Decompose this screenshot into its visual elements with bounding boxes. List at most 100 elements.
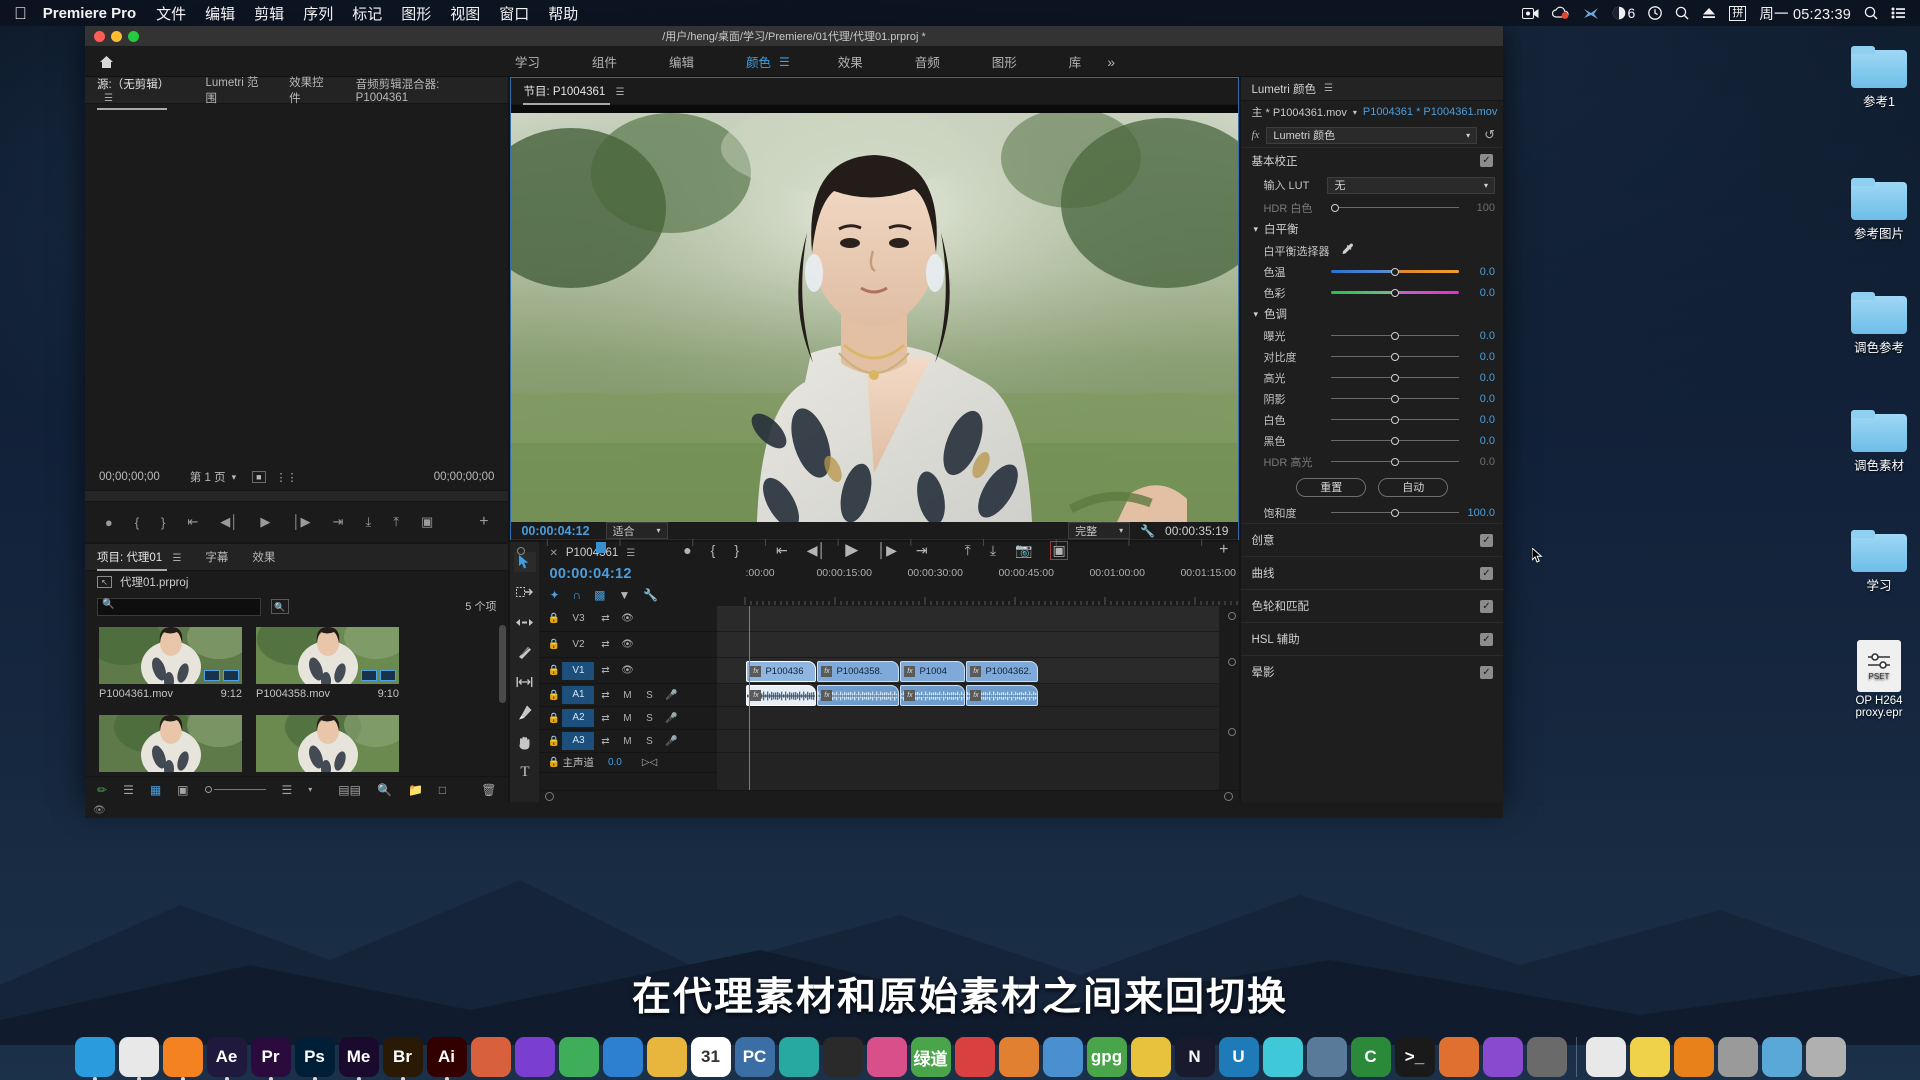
project-item-thumbnail[interactable]	[256, 714, 399, 772]
type-T-icon[interactable]: T	[514, 762, 536, 782]
battery-clock-icon[interactable]: 6	[1612, 5, 1635, 21]
dock-item-media-encoder[interactable]: Me	[338, 1037, 379, 1080]
add-marker-icon[interactable]: ●	[105, 515, 113, 530]
find-icon[interactable]: 🔍	[377, 783, 392, 797]
hdr-white-value[interactable]: 100	[1459, 202, 1495, 214]
menu-item-graphics[interactable]: 图形	[401, 3, 431, 24]
eject-icon[interactable]	[1702, 7, 1716, 19]
dock-item-illustrator[interactable]: Ai	[426, 1037, 467, 1080]
source-timecode-duration[interactable]: 00;00;00;00	[434, 471, 495, 483]
section-checkbox-basic[interactable]: ✓	[1480, 154, 1493, 167]
master-track-header[interactable]: 🔒 主声道 0.0 ▷◁	[539, 753, 718, 773]
timeline-video-clip[interactable]: fx P1004358.	[817, 661, 900, 682]
track-header-V1[interactable]: 🔒 V1 ⇄ 👁	[539, 658, 718, 684]
eyedropper-icon[interactable]	[1341, 243, 1354, 259]
timeline-timecode[interactable]: 00:00:04:12	[549, 566, 717, 582]
tone-slider-track[interactable]	[1331, 414, 1459, 426]
source-button-editor-plus-icon[interactable]: +	[479, 513, 488, 531]
time-machine-icon[interactable]	[1648, 6, 1663, 20]
track-output-eye-icon[interactable]: 👁	[616, 639, 638, 650]
dock-item-app-bluegrey[interactable]	[1306, 1037, 1347, 1077]
hand-tool[interactable]	[514, 732, 536, 752]
dock-item-after-effects[interactable]: Ae	[206, 1037, 247, 1080]
program-monitor-canvas[interactable]	[511, 105, 1239, 522]
track-header-V3[interactable]: 🔒 V3 ⇄ 👁	[539, 606, 718, 632]
hdr-white-slider[interactable]	[1331, 202, 1459, 214]
track-header-A1[interactable]: 🔒 A1 ⇄ M S 🎤	[539, 684, 718, 707]
dock-item-app-blue-files[interactable]	[602, 1037, 643, 1077]
source-monitor-canvas[interactable]	[85, 104, 509, 464]
goto-out-icon[interactable]: ⇥	[916, 542, 928, 559]
step-forward-icon[interactable]: │▶	[877, 542, 897, 559]
auto-button[interactable]: 自动	[1378, 477, 1449, 497]
solo-track-icon[interactable]: S	[638, 736, 660, 747]
play-icon[interactable]: ▶	[845, 540, 858, 560]
panel-menu-icon[interactable]: ☰	[172, 553, 181, 564]
source-settings-icon[interactable]: ⋮⋮	[276, 471, 298, 484]
desktop-icon-4[interactable]: 学习	[1838, 530, 1920, 594]
insert-icon[interactable]: ⤓	[365, 514, 371, 530]
track-output-eye-icon[interactable]: 👁	[616, 665, 638, 676]
temperature-value[interactable]: 0.0	[1459, 266, 1495, 278]
timeline-video-clip[interactable]: fx P1004362.	[966, 661, 1039, 682]
control-center-icon[interactable]	[1891, 7, 1906, 19]
lock-icon[interactable]: 🔒	[547, 713, 562, 724]
play-icon[interactable]: ▶	[260, 514, 270, 530]
menu-item-file[interactable]: 文件	[156, 3, 186, 24]
tab-project[interactable]: 项目: 代理01 ☰	[97, 543, 181, 571]
sync-lock-icon[interactable]: ⇄	[594, 665, 616, 676]
tab-captions[interactable]: 字幕	[205, 543, 228, 571]
menu-item-view[interactable]: 视图	[450, 3, 480, 24]
dock-item-app-yellow[interactable]	[646, 1037, 687, 1077]
icon-view-icon[interactable]: ▦	[150, 783, 161, 797]
temperature-slider[interactable]	[1331, 266, 1459, 278]
comparison-view-icon[interactable]: ▣	[1050, 540, 1068, 560]
track-header-V2[interactable]: 🔒 V2 ⇄ 👁	[539, 632, 718, 658]
mute-track-icon[interactable]: M	[616, 690, 638, 701]
menubar-app-name[interactable]: Premiere Pro	[43, 5, 136, 22]
search-icon[interactable]	[1864, 6, 1878, 20]
goto-in-icon[interactable]: ⇤	[187, 514, 198, 530]
master-meters-icon[interactable]: ▷◁	[642, 757, 657, 768]
reset-button[interactable]: 重置	[1296, 477, 1367, 497]
lumetri-section-HSL 辅助[interactable]: HSL 辅助 ✓	[1241, 622, 1503, 655]
project-up-folder-icon[interactable]: ↖	[97, 576, 112, 588]
step-back-icon[interactable]: ◀│	[220, 514, 238, 530]
goto-out-icon[interactable]: ⇥	[333, 514, 344, 530]
solo-track-icon[interactable]: S	[638, 713, 660, 724]
screen-record-icon[interactable]	[1521, 7, 1539, 20]
lumetri-clip-label[interactable]: P1004361 * P1004361.mov	[1363, 106, 1498, 118]
track-lane[interactable]	[717, 707, 1220, 730]
ripple-edit-tool[interactable]	[514, 612, 536, 632]
home-icon[interactable]	[85, 55, 127, 69]
dock-item-finder[interactable]	[74, 1037, 115, 1080]
dock-item-app-gpg[interactable]: gpg	[1086, 1037, 1127, 1077]
track-lane[interactable]	[717, 730, 1220, 753]
track-select-forward-tool[interactable]	[514, 582, 536, 602]
dock-item-app-preview-doc[interactable]	[1585, 1037, 1626, 1077]
track-lane[interactable]	[717, 606, 1220, 632]
menu-item-help[interactable]: 帮助	[548, 3, 578, 24]
track-target-V1[interactable]: V1	[562, 661, 595, 680]
step-back-icon[interactable]: ◀│	[807, 542, 827, 559]
project-item-thumbnail[interactable]	[99, 714, 242, 772]
tone-slider-track[interactable]	[1331, 372, 1459, 384]
linked-selection-icon[interactable]: ✦	[549, 588, 559, 602]
scroll-left-handle[interactable]	[545, 792, 555, 801]
dock-item-app-note-yellow[interactable]	[1629, 1037, 1670, 1077]
dock-item-app-u[interactable]: U	[1218, 1037, 1259, 1077]
workspace-menu-icon[interactable]: ☰	[779, 55, 812, 69]
lumetri-section-色轮和匹配[interactable]: 色轮和匹配 ✓	[1241, 589, 1503, 622]
dock-item-app-colorwheel[interactable]	[1482, 1037, 1523, 1077]
scroll-right-handle[interactable]	[1224, 792, 1234, 801]
timeline-audio-clip[interactable]: fx	[746, 685, 817, 706]
sync-lock-icon[interactable]: ⇄	[594, 736, 616, 747]
tab-effect-controls[interactable]: 效果控件	[289, 68, 332, 112]
track-lane[interactable]	[717, 632, 1220, 658]
tone-slider-track[interactable]	[1331, 351, 1459, 363]
menu-item-clip[interactable]: 剪辑	[254, 3, 284, 24]
mark-out-icon[interactable]: }	[161, 515, 165, 530]
tone-slider-track[interactable]	[1331, 435, 1459, 447]
tone-slider-track[interactable]	[1331, 330, 1459, 342]
dock-item-app-green[interactable]	[558, 1037, 599, 1077]
